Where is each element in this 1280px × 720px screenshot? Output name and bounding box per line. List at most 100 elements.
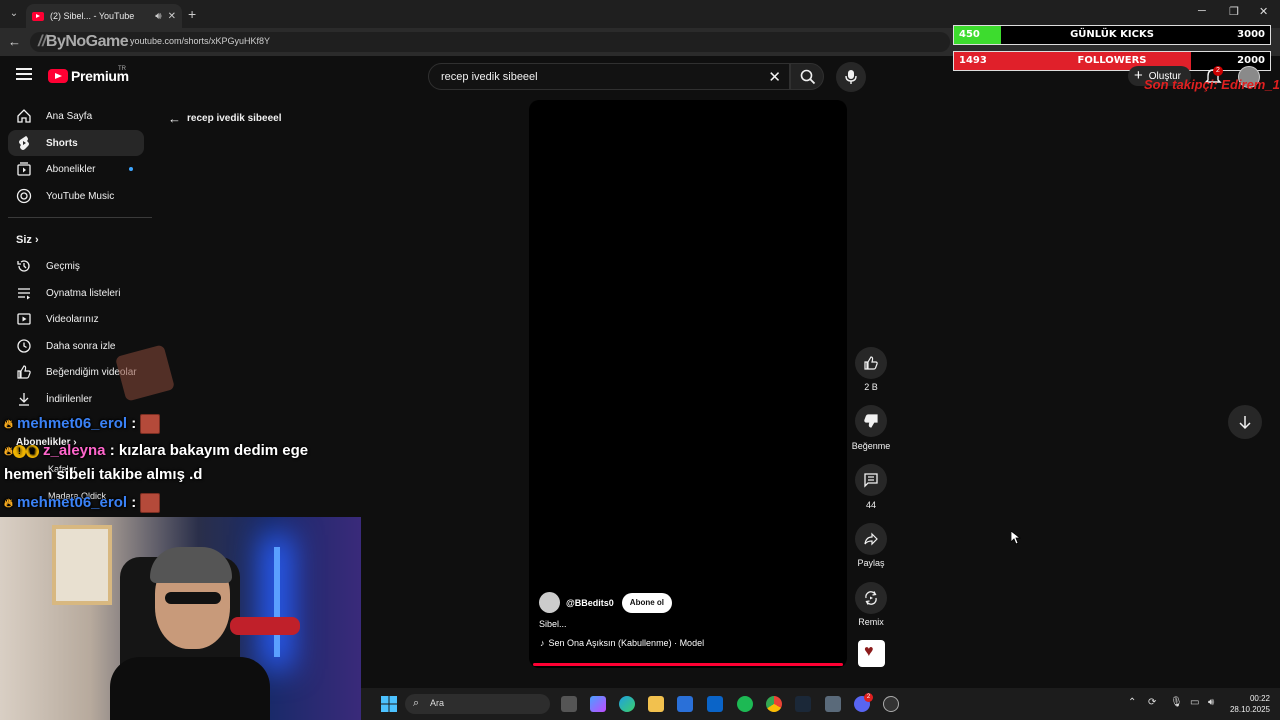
mouse-cursor-icon [1011,531,1021,545]
next-short-button[interactable] [1228,405,1262,439]
chat-message: 🔥︎! ♛ z_aleyna : kızlara bakayım dedim eg… [4,442,309,459]
kicks-goal-bar: 450 GÜNLÜK KICKS 3000 [953,25,1271,45]
new-content-dot [129,167,133,171]
streamer-cap [150,547,232,583]
sidebar-item-home[interactable]: Ana Sayfa [8,103,144,129]
watch-later-icon [17,339,31,353]
shorts-icon [19,136,29,150]
channel-avatar[interactable] [539,592,560,613]
wall-frame [52,525,112,605]
sidebar-you-heading[interactable]: Siz › [16,234,39,246]
thumbs-down-icon [864,414,878,428]
last-follower-overlay: Son takipçi: Edirem_1 [1144,77,1280,92]
followers-goal-bar: 1493 FOLLOWERS 2000 [953,51,1271,71]
thumbs-up-icon [864,356,878,370]
app-icon[interactable] [883,696,899,712]
channel-row: @BBedits0 Abone ol [539,592,673,613]
spotify-icon[interactable] [737,696,753,712]
sidebar-item-playlists[interactable]: Oynatma listeleri [8,280,144,306]
music-note-icon: ♪ [540,638,545,648]
window-close-icon[interactable]: ✕ [1259,5,1268,18]
tab-list-chevron-icon[interactable]: ⌄ [6,6,22,22]
share-icon [864,532,878,546]
search-input[interactable]: recep ivedik sibeeel ✕ [428,63,790,90]
short-title[interactable]: Sibel... [539,619,567,629]
subscribe-button[interactable]: Abone ol [621,592,673,613]
voice-search-button[interactable] [836,62,866,92]
share-button[interactable] [855,523,887,555]
url-field[interactable]: youtube.com/shorts/xKPGyuHKf8Y [30,32,950,52]
dislike-label: Beğenme [851,441,891,451]
search-icon [800,69,816,85]
remix-button[interactable] [855,582,887,614]
new-tab-button[interactable]: + [188,6,196,22]
file-explorer-icon[interactable] [648,696,664,712]
copilot-icon[interactable] [590,696,606,712]
speaker-icon[interactable]: 🔊︎ [155,11,161,22]
channel-name[interactable]: @BBedits0 [566,598,614,608]
remix-icon [865,591,877,605]
outlook-icon[interactable] [707,696,723,712]
sound-thumbnail[interactable] [858,640,885,667]
followers-label: FOLLOWERS [1077,55,1147,66]
clear-search-icon[interactable]: ✕ [768,68,781,86]
app-icon[interactable] [825,696,841,712]
stream-brand-logo: //ByNoGame [38,33,129,50]
youtube-premium-logo[interactable]: Premium [48,68,129,84]
sidebar-item-subscriptions[interactable]: Abonelikler [8,156,144,182]
microphone-icon [845,70,857,84]
task-view-icon[interactable] [561,696,577,712]
emote-icon [140,493,161,513]
chrome-icon[interactable] [766,696,782,712]
your-videos-icon [17,313,31,325]
taskbar-search-placeholder: Ara [430,698,445,708]
browser-back-icon[interactable]: ← [8,34,21,49]
logo-region: TR [118,66,126,72]
display-icon[interactable]: ▭ [1190,697,1199,708]
sync-icon[interactable]: ⟳ [1148,697,1156,708]
tab-title: (2) Sibel... - YouTube [50,11,135,21]
arrow-left-icon: ← [168,111,181,126]
search-button[interactable] [790,63,824,90]
browser-tab-youtube[interactable]: (2) Sibel... - YouTube 🔊︎ ✕ [26,4,182,28]
home-icon [17,109,31,123]
windows-start-icon[interactable] [381,696,397,712]
steam-icon[interactable] [795,696,811,712]
sidebar-item-your-videos[interactable]: Videolarınız [8,306,144,332]
sidebar-item-youtube-music[interactable]: YouTube Music [8,183,144,209]
dislike-button[interactable] [855,405,887,437]
minimize-icon[interactable]: ─ [1198,5,1206,17]
playback-progress-bar[interactable] [533,663,843,666]
tray-mic-icon[interactable]: 🎙︎ [1170,697,1183,708]
music-link[interactable]: ♪ Sen Ona Aşıksın (Kabullenme) · Model [540,638,704,648]
badge-icon: ! [12,444,26,458]
streamer-body [110,657,270,720]
subscriptions-icon [17,162,31,176]
back-to-search-link[interactable]: ← recep ivedik sibeeel [168,111,282,126]
taskbar-search[interactable] [405,694,550,714]
followers-goal: 2000 [1237,55,1265,66]
like-count: 2 B [864,382,878,392]
edge-icon[interactable] [619,696,635,712]
youtube-logo-icon [48,69,68,83]
volume-icon[interactable]: 🔊︎ [1208,697,1214,708]
kicks-label: GÜNLÜK KICKS [1070,29,1154,40]
tab-close-icon[interactable]: ✕ [168,11,176,22]
sidebar-item-history[interactable]: Geçmiş [8,253,144,279]
like-button[interactable] [855,347,887,379]
playlist-icon [18,288,30,300]
comments-button[interactable] [855,464,887,496]
tray-overflow-icon[interactable]: ⌃ [1128,697,1136,708]
notification-badge: 2 [1213,66,1223,76]
fire-badge-icon: 🔥︎ [4,416,13,431]
shorts-video-player[interactable] [529,100,847,668]
comment-count: 44 [865,500,876,510]
hamburger-menu-icon[interactable] [16,68,32,82]
streamer-glasses [165,592,221,604]
restore-icon[interactable]: ❐ [1229,5,1239,18]
browser-tabbar: ⌄ (2) Sibel... - YouTube 🔊︎ ✕ + ─ ❐ ✕ [0,0,1280,28]
store-icon[interactable] [677,696,693,712]
emote-icon [140,414,161,434]
sidebar-item-shorts[interactable]: Shorts [8,130,144,156]
taskbar-clock[interactable]: 00:22 28.10.2025 [1228,693,1270,715]
